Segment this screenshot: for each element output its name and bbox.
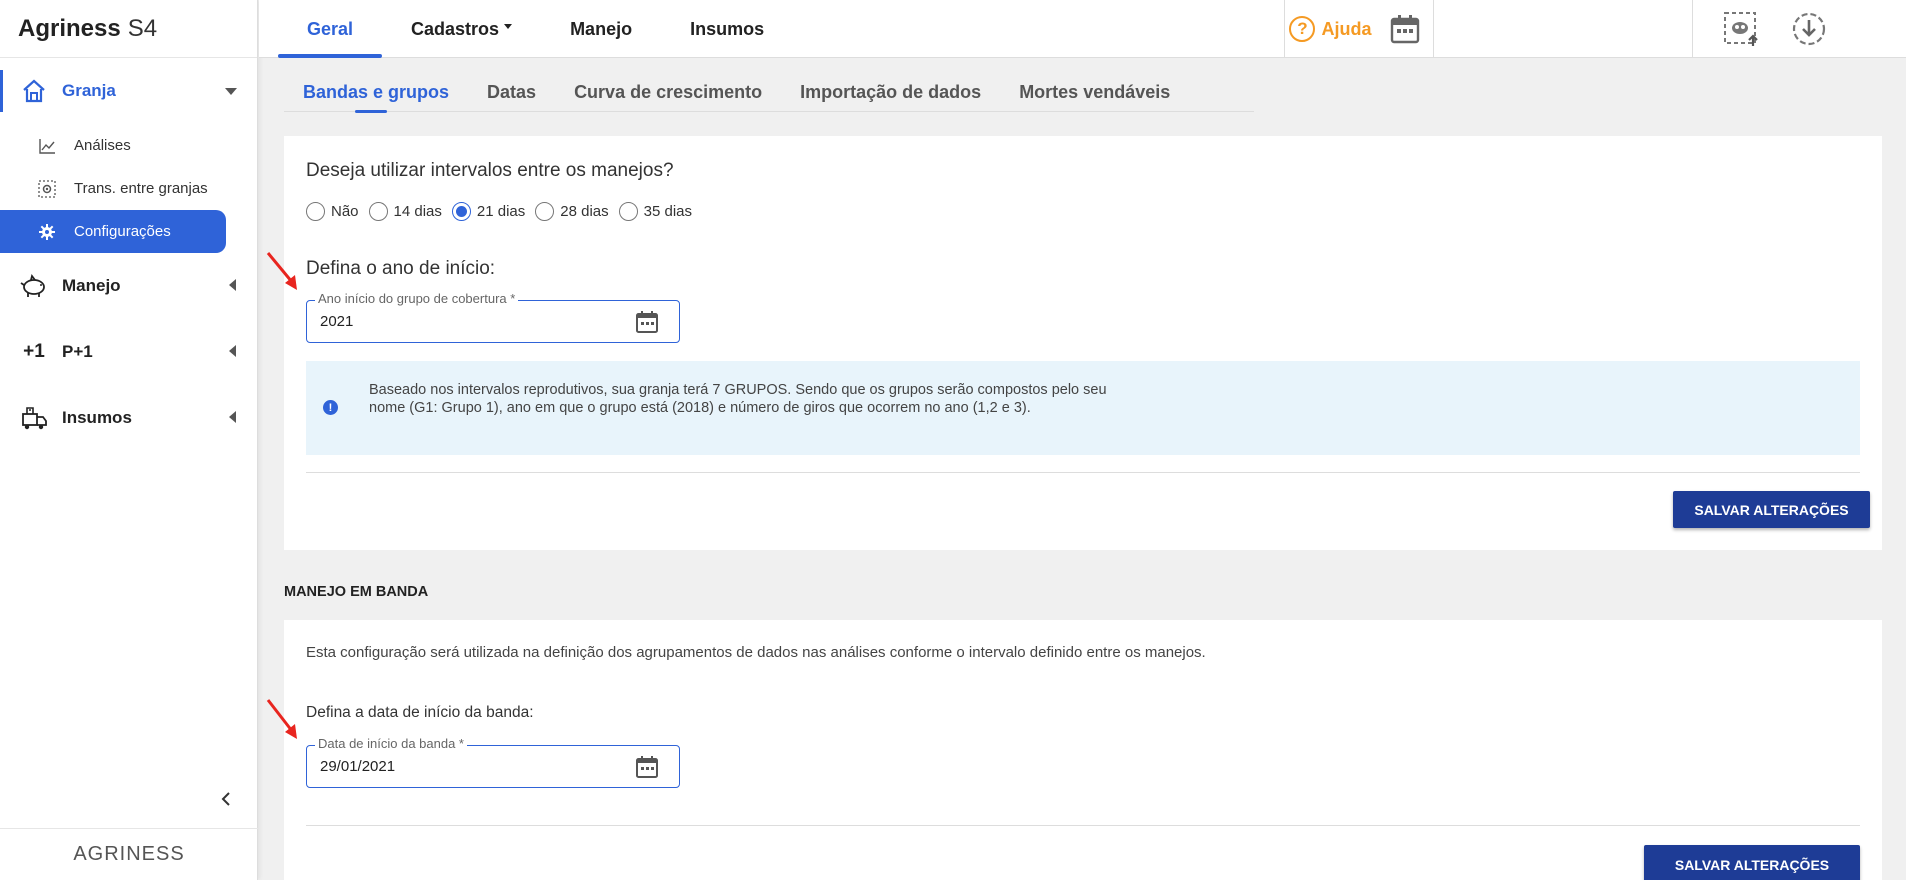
sidebar-item-transfer[interactable]: Trans. entre granjas	[0, 167, 257, 210]
annotation-arrow-icon	[266, 699, 297, 739]
app-logo[interactable]: Agriness S4	[0, 0, 257, 58]
radio-label: 35 dias	[643, 203, 693, 220]
band-start-title: Defina a data de início da banda:	[306, 704, 534, 721]
field-value: 2021	[320, 313, 354, 330]
topnav-label: Cadastros	[411, 18, 500, 39]
radio-28-dias[interactable]: 28 dias	[535, 202, 609, 221]
calendar-icon	[1390, 15, 1419, 44]
divider	[306, 825, 1860, 826]
transfer-icon	[38, 179, 56, 198]
help-circle-icon: ?	[1289, 16, 1316, 42]
annotation-arrow-icon	[266, 252, 297, 290]
help-button[interactable]: ? Ajuda	[1284, 0, 1376, 58]
sidebar: Agriness S4 Granja Análises Trans. entre …	[0, 0, 258, 880]
tab-datas[interactable]: Datas	[468, 72, 555, 112]
manejo-banda-description: Esta configuração será utilizada na defi…	[306, 644, 1206, 661]
plus-one-icon: +1	[23, 341, 45, 362]
radio-circle	[535, 202, 555, 221]
topnav-manejo[interactable]: Manejo	[541, 0, 661, 58]
sidebar-section-label: Manejo	[62, 276, 121, 295]
tab-bandas-grupos[interactable]: Bandas e grupos	[284, 72, 468, 113]
house-icon	[20, 77, 48, 105]
collapse-sidebar-button[interactable]	[214, 787, 238, 811]
sidebar-section-granja[interactable]: Granja	[0, 58, 257, 124]
field-label: Data de início da banda *	[315, 736, 467, 751]
top-nav: Geral Cadastros Manejo Insumos	[278, 0, 793, 58]
sidebar-section-label: P+1	[62, 342, 93, 361]
field-value: 29/01/2021	[320, 758, 396, 775]
chevron-left-icon	[229, 276, 237, 296]
upload-sync-button[interactable]	[1721, 9, 1761, 49]
radio-nao[interactable]: Não	[306, 202, 359, 221]
help-label: Ajuda	[1321, 18, 1372, 39]
manejo-banda-card: Esta configuração será utilizada na defi…	[284, 620, 1882, 880]
info-box: ! Baseado nos intervalos reprodutivos, s…	[306, 361, 1860, 455]
chevron-left-icon	[229, 342, 237, 362]
calendar-icon[interactable]	[635, 756, 659, 783]
sidebar-section-label: Granja	[62, 81, 116, 100]
caret-down-icon	[504, 23, 513, 29]
sidebar-item-label: Trans. entre granjas	[74, 180, 208, 197]
radio-label: Não	[331, 203, 359, 220]
field-label: Ano início do grupo de cobertura *	[315, 291, 519, 306]
band-start-date-field[interactable]: Data de início da banda * 29/01/2021	[306, 736, 680, 788]
radio-21-dias[interactable]: 21 dias	[451, 202, 526, 221]
calendar-icon[interactable]	[635, 311, 659, 338]
radio-circle	[368, 202, 388, 221]
info-text: Baseado nos intervalos reprodutivos, sua…	[369, 382, 1107, 416]
radio-label: 14 dias	[393, 203, 442, 220]
tab-mortes-vendaveis[interactable]: Mortes vendáveis	[1000, 72, 1189, 112]
top-right-actions	[1692, 0, 1906, 58]
supplies-icon	[20, 404, 48, 432]
tab-importacao-dados[interactable]: Importação de dados	[781, 72, 1000, 112]
topnav-cadastros[interactable]: Cadastros	[382, 0, 541, 58]
save-button[interactable]: SALVAR ALTERAÇÕES	[1673, 491, 1870, 528]
radio-circle	[451, 202, 471, 221]
radio-35-dias[interactable]: 35 dias	[618, 202, 693, 221]
chevron-left-icon	[221, 792, 230, 806]
brand-version: S4	[127, 14, 158, 42]
sidebar-section-manejo[interactable]: Manejo	[0, 253, 257, 319]
divider	[306, 472, 1860, 473]
info-icon: !	[323, 400, 338, 415]
pig-icon	[20, 272, 48, 300]
sidebar-section-insumos[interactable]: Insumos	[0, 385, 257, 451]
tab-curva-crescimento[interactable]: Curva de crescimento	[555, 72, 781, 112]
gear-icon	[38, 223, 56, 241]
radio-label: 28 dias	[560, 203, 609, 220]
radio-circle	[618, 202, 638, 221]
topnav-geral[interactable]: Geral	[278, 0, 383, 58]
radio-14-dias[interactable]: 14 dias	[368, 202, 442, 221]
sidebar-item-label: Análises	[74, 137, 131, 154]
sidebar-item-analises[interactable]: Análises	[0, 124, 257, 167]
manejo-banda-heading: MANEJO EM BANDA	[284, 584, 429, 600]
chevron-left-icon	[229, 408, 237, 428]
sidebar-section-label: Insumos	[62, 408, 132, 427]
download-button[interactable]	[1789, 9, 1829, 49]
chevron-down-icon	[225, 81, 237, 101]
top-bar: Geral Cadastros Manejo Insumos ? Ajuda	[259, 0, 1906, 58]
cloud-upload-icon	[1724, 12, 1758, 46]
sidebar-section-p1[interactable]: +1 P+1	[0, 319, 257, 385]
brand-name: Agriness	[18, 14, 121, 42]
sidebar-item-label: Configurações	[74, 223, 171, 240]
start-year-title: Defina o ano de início:	[306, 258, 496, 279]
radio-label: 21 dias	[476, 203, 526, 220]
calendar-button[interactable]	[1376, 0, 1434, 58]
radio-circle	[306, 202, 325, 221]
save-button[interactable]: SALVAR ALTERAÇÕES	[1644, 845, 1860, 880]
download-icon	[1792, 12, 1826, 46]
footer-logo: AGRINESS	[0, 828, 258, 880]
intervals-question: Deseja utilizar intervalos entre os mane…	[306, 160, 674, 181]
intervals-card: Deseja utilizar intervalos entre os mane…	[284, 136, 1882, 550]
topnav-insumos[interactable]: Insumos	[661, 0, 793, 58]
interval-radio-group: Não 14 dias 21 dias 28 dias 35 dias	[306, 202, 702, 221]
chart-line-icon	[38, 137, 56, 155]
config-tabs: Bandas e grupos Datas Curva de crescimen…	[284, 72, 1254, 113]
start-year-field[interactable]: Ano início do grupo de cobertura * 2021	[306, 291, 680, 343]
sidebar-item-configuracoes[interactable]: Configurações	[0, 210, 226, 253]
